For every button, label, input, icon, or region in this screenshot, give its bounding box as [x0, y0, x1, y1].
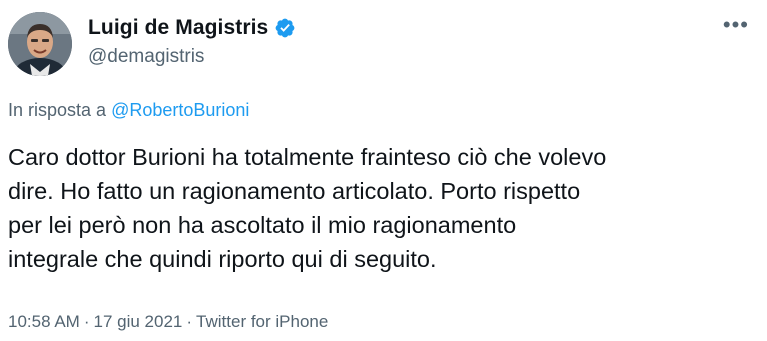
reply-context: In risposta a @RobertoBurioni: [8, 100, 249, 121]
tweet-date[interactable]: 17 giu 2021: [94, 312, 183, 331]
author-handle[interactable]: @demagistris: [88, 46, 204, 68]
tweet-text: Caro dottor Burioni ha totalmente fraint…: [8, 144, 607, 272]
verified-badge-icon: [274, 17, 296, 39]
avatar-image: [8, 12, 72, 76]
more-dots-icon[interactable]: •••: [723, 14, 749, 36]
meta-separator: ·: [83, 312, 90, 331]
reply-prefix: In risposta a: [8, 100, 112, 120]
author-display-name[interactable]: Luigi de Magistris: [88, 16, 268, 40]
reply-mention-link[interactable]: @RobertoBurioni: [111, 100, 249, 120]
meta-separator: ·: [186, 312, 193, 331]
tweet-meta: 10:58 AM · 17 giu 2021 · Twitter for iPhone: [8, 312, 328, 332]
tweet-source[interactable]: Twitter for iPhone: [196, 312, 328, 331]
avatar[interactable]: [8, 12, 72, 76]
tweet-card: Luigi de Magistris @demagistris ••• In r…: [0, 0, 767, 341]
author-name-row: Luigi de Magistris: [88, 16, 296, 40]
tweet-time[interactable]: 10:58 AM: [8, 312, 80, 331]
